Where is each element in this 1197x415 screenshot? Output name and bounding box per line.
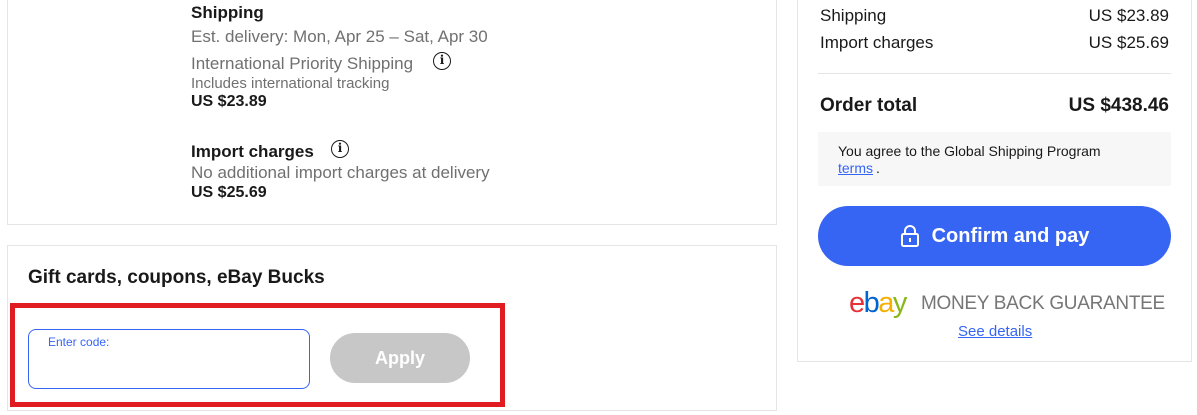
logo-letter-a: a <box>878 287 894 319</box>
order-total-label: Order total <box>820 95 918 116</box>
import-charges-note: No additional import charges at delivery <box>191 163 490 182</box>
summary-shipping-value: US $23.89 <box>1088 6 1169 25</box>
gift-cards-title: Gift cards, coupons, eBay Bucks <box>28 267 325 288</box>
see-details-link[interactable]: See details <box>958 323 1032 340</box>
summary-shipping-label: Shipping <box>820 6 887 25</box>
terms-period: . <box>876 160 880 176</box>
import-charges-title: Import charges <box>191 142 314 161</box>
money-back-guarantee-text: MONEY BACK GUARANTEE <box>921 293 1165 314</box>
shipping-method-note: Includes international tracking <box>191 75 390 92</box>
logo-letter-e: e <box>849 287 865 319</box>
summary-import-label: Import charges <box>820 33 934 52</box>
logo-letter-b: b <box>863 287 880 319</box>
shipping-title: Shipping <box>191 3 264 22</box>
shipping-info-icon[interactable]: i <box>433 52 451 70</box>
shipping-price: US $23.89 <box>191 93 267 110</box>
ebay-logo: ebay <box>849 287 908 320</box>
import-charges-info-icon[interactable]: i <box>331 140 349 158</box>
confirm-and-pay-label: Confirm and pay <box>931 224 1090 247</box>
estimated-delivery: Est. delivery: Mon, Apr 25 – Sat, Apr 30 <box>191 27 488 46</box>
shipping-method: International Priority Shipping <box>191 54 414 73</box>
summary-import-value: US $25.69 <box>1088 33 1169 52</box>
enter-code-label: Enter code: <box>48 335 110 349</box>
confirm-and-pay-button[interactable]: Confirm and pay <box>818 206 1171 266</box>
agreement-text: You agree to the Global Shipping Program <box>838 143 1101 159</box>
order-total-value: US $438.46 <box>1068 95 1169 116</box>
logo-letter-y: y <box>892 287 908 319</box>
import-charges-price: US $25.69 <box>191 184 267 201</box>
lock-icon <box>900 225 919 247</box>
terms-link[interactable]: terms <box>838 160 873 176</box>
summary-divider <box>818 73 1171 74</box>
apply-button[interactable]: Apply <box>330 333 470 383</box>
enter-code-field[interactable]: Enter code: <box>28 329 310 389</box>
enter-code-input[interactable] <box>48 352 298 380</box>
